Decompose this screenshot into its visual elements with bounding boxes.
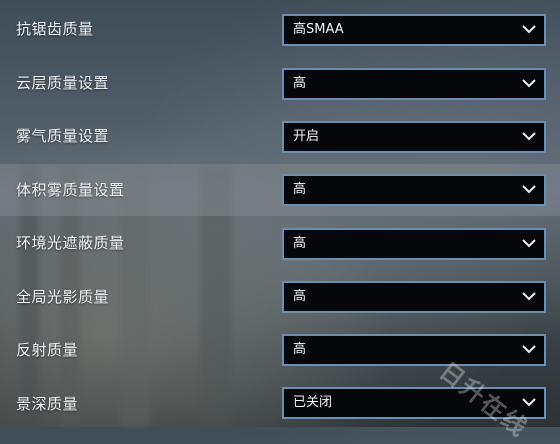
dropdown-value: 高SMAA: [293, 22, 344, 37]
setting-label: 体积雾质量设置: [16, 181, 125, 199]
chevron-down-icon: [522, 185, 536, 194]
dropdown-value: 高: [293, 342, 307, 357]
dropdown-value: 高: [293, 76, 307, 91]
setting-row-cloud-quality: 云层质量设置 高: [0, 57, 560, 109]
cloud-quality-dropdown[interactable]: 高: [282, 68, 546, 100]
dropdown-value: 开启: [293, 129, 320, 144]
dropdown-value: 高: [293, 182, 307, 197]
setting-label: 环境光遮蔽质量: [16, 234, 125, 252]
setting-row-ambient-occlusion-quality: 环境光遮蔽质量 高: [0, 217, 560, 269]
dropdown-value: 高: [293, 289, 307, 304]
setting-label: 抗锯齿质量: [16, 20, 94, 38]
chevron-down-icon: [522, 345, 536, 354]
setting-row-fog-quality: 雾气质量设置 开启: [0, 110, 560, 162]
chevron-down-icon: [522, 292, 536, 301]
fog-quality-dropdown[interactable]: 开启: [282, 121, 546, 153]
dropdown-value: 已关闭: [293, 395, 333, 410]
setting-label: 云层质量设置: [16, 74, 110, 92]
setting-row-antialiasing: 抗锯齿质量 高SMAA: [0, 3, 560, 55]
global-illumination-quality-dropdown[interactable]: 高: [282, 281, 546, 313]
setting-label: 景深质量: [16, 395, 79, 413]
setting-row-global-illumination-quality: 全局光影质量 高: [0, 271, 560, 323]
chevron-down-icon: [522, 239, 536, 248]
setting-label: 全局光影质量: [16, 288, 110, 306]
chevron-down-icon: [522, 79, 536, 88]
volumetric-fog-quality-dropdown[interactable]: 高: [282, 174, 546, 206]
chevron-down-icon: [522, 25, 536, 34]
ambient-occlusion-quality-dropdown[interactable]: 高: [282, 228, 546, 260]
setting-row-volumetric-fog-quality: 体积雾质量设置 高: [0, 164, 560, 216]
antialiasing-dropdown[interactable]: 高SMAA: [282, 14, 546, 46]
dropdown-value: 高: [293, 236, 307, 251]
setting-label: 雾气质量设置: [16, 127, 110, 145]
reflection-quality-dropdown[interactable]: 高: [282, 334, 546, 366]
chevron-down-icon: [522, 132, 536, 141]
setting-label: 反射质量: [16, 341, 79, 359]
